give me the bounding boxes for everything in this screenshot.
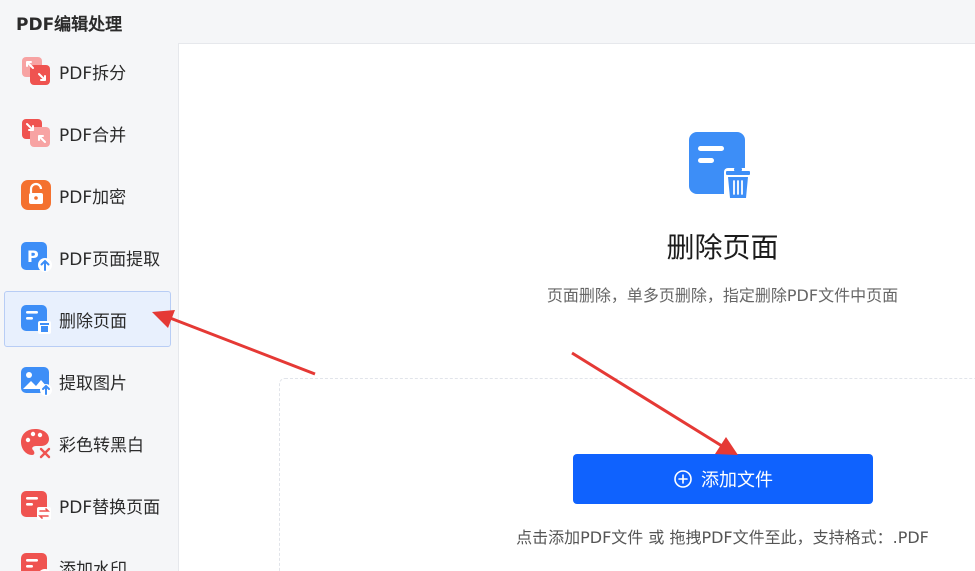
- sidebar-item-label: PDF加密: [59, 187, 127, 208]
- sidebar-item-add-watermark[interactable]: 添加水印: [4, 539, 171, 571]
- sidebar-item-label: PDF拆分: [59, 63, 127, 84]
- sidebar: PDF拆分 PDF合并 PDF加密 P PDF页面提取 删除页面 提取图片 彩色…: [0, 40, 178, 571]
- sidebar-item-pdf-merge[interactable]: PDF合并: [4, 105, 171, 161]
- watermark-icon: [19, 550, 53, 571]
- sidebar-item-pdf-encrypt[interactable]: PDF加密: [4, 167, 171, 223]
- sidebar-item-label: 删除页面: [59, 311, 127, 332]
- add-file-button[interactable]: 添加文件: [573, 454, 873, 504]
- sidebar-item-label: PDF页面提取: [59, 249, 161, 270]
- app-title: PDF编辑处理: [16, 15, 123, 35]
- drop-hint: 点击添加PDF文件 或 拖拽PDF文件至此，支持格式：.PDF: [516, 528, 929, 547]
- lock-icon: [19, 178, 53, 212]
- sidebar-item-label: 彩色转黑白: [59, 435, 144, 456]
- sidebar-item-pdf-split[interactable]: PDF拆分: [4, 43, 171, 99]
- sidebar-item-label: 提取图片: [59, 373, 127, 394]
- sidebar-item-image-extract[interactable]: 提取图片: [4, 353, 171, 409]
- add-file-button-label: 添加文件: [701, 470, 773, 491]
- sidebar-item-color-to-bw[interactable]: 彩色转黑白: [4, 415, 171, 471]
- sidebar-item-label: PDF替换页面: [59, 497, 161, 518]
- palette-icon: [19, 426, 53, 460]
- plus-circle-icon: [674, 470, 692, 488]
- replace-page-icon: [19, 488, 53, 522]
- sidebar-item-label: 添加水印: [59, 559, 127, 571]
- merge-icon: [19, 116, 53, 150]
- svg-text:P: P: [27, 247, 39, 266]
- sidebar-item-delete-page[interactable]: 删除页面: [4, 291, 171, 347]
- image-extract-icon: [19, 364, 53, 398]
- delete-page-icon: [19, 302, 53, 336]
- sidebar-item-replace-page[interactable]: PDF替换页面: [4, 477, 171, 533]
- page-description: 页面删除，单多页删除，指定删除PDF文件中页面: [546, 286, 899, 305]
- split-icon: [19, 54, 53, 88]
- page-title: 删除页面: [666, 231, 779, 264]
- sidebar-item-page-extract[interactable]: P PDF页面提取: [4, 229, 171, 285]
- delete-page-hero-icon: [688, 130, 752, 202]
- sidebar-item-label: PDF合并: [59, 125, 127, 146]
- page-extract-icon: P: [19, 240, 53, 274]
